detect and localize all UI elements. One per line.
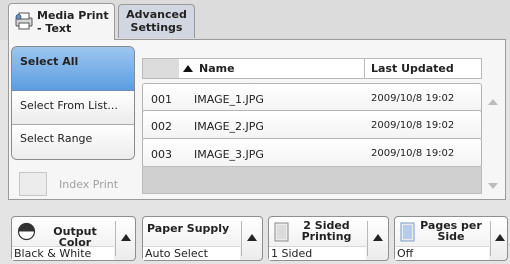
file-date: 2009/10/8 19:02 xyxy=(371,120,455,131)
file-list: Name Last Updated 001 IMAGE_1.JPG 2009/1… xyxy=(142,54,482,194)
table-row[interactable]: 002 IMAGE_2.JPG 2009/10/8 19:02 xyxy=(142,110,482,141)
header-number-column xyxy=(143,59,179,78)
pages-per-side-title-line2: Side xyxy=(437,230,465,243)
page-icon xyxy=(274,222,289,242)
paper-supply-button[interactable]: Paper Supply Auto Select xyxy=(143,217,240,260)
select-range-button[interactable]: Select Range xyxy=(12,125,134,159)
table-header: Name Last Updated xyxy=(142,58,482,79)
file-name: IMAGE_2.JPG xyxy=(194,120,264,133)
pages-per-side-title: Pages per Side xyxy=(415,220,487,242)
index-print-checkbox[interactable] xyxy=(19,172,47,196)
two-sided-title-line2: Printing xyxy=(301,230,352,243)
tab-label-line1: Advanced xyxy=(126,8,187,21)
two-sided-up-arrow-icon[interactable] xyxy=(370,231,386,245)
tab-label-line2: - Text xyxy=(37,22,72,35)
file-date: 2009/10/8 19:02 xyxy=(371,148,455,159)
pages-per-side-control: Pages per Side Off xyxy=(394,216,508,261)
select-from-list-button[interactable]: Select From List... xyxy=(12,91,134,125)
file-name: IMAGE_3.JPG xyxy=(194,148,264,161)
tab-advanced-settings[interactable]: Advanced Settings xyxy=(118,4,195,38)
row-number: 003 xyxy=(151,148,172,161)
output-color-value: Black & White xyxy=(12,246,114,260)
index-print-label: Index Print xyxy=(59,178,119,191)
tab-media-print-text[interactable]: Media Print - Text xyxy=(8,3,115,40)
pages-per-side-up-arrow-icon[interactable] xyxy=(492,231,508,245)
two-sided-title: 2 Sided Printing xyxy=(289,220,364,242)
pages-per-side-button[interactable]: Pages per Side Off xyxy=(395,217,489,260)
table-row[interactable]: 003 IMAGE_3.JPG 2009/10/8 19:02 xyxy=(142,138,482,169)
list-scrollbar[interactable] xyxy=(483,56,503,194)
scroll-down-icon[interactable] xyxy=(483,176,503,196)
output-color-button[interactable]: Output Color Black & White xyxy=(12,217,114,260)
tab-strip: Media Print - Text Advanced Settings xyxy=(0,0,510,40)
file-date: 2009/10/8 19:02 xyxy=(371,93,455,104)
pages-per-side-value: Off xyxy=(395,246,489,260)
selection-button-group: Select All Select From List... Select Ra… xyxy=(11,46,135,160)
two-sided-value: 1 Sided xyxy=(269,246,366,260)
two-sided-printing-control: 2 Sided Printing 1 Sided xyxy=(268,216,389,261)
divider xyxy=(490,221,491,256)
divider xyxy=(115,221,116,256)
output-color-up-arrow-icon[interactable] xyxy=(118,231,134,245)
sort-by-name-header[interactable]: Name xyxy=(179,59,365,78)
empty-row xyxy=(142,166,482,194)
divider xyxy=(241,221,242,256)
row-number: 001 xyxy=(151,93,172,106)
output-color-control: Output Color Black & White xyxy=(11,216,136,261)
divider xyxy=(367,221,368,256)
tab-label-line1: Media Print xyxy=(37,9,109,22)
row-number: 002 xyxy=(151,120,172,133)
paper-supply-control: Paper Supply Auto Select xyxy=(142,216,263,261)
output-color-title: Output Color xyxy=(53,225,97,249)
sort-ascending-icon xyxy=(183,65,193,72)
paper-supply-value: Auto Select xyxy=(143,246,240,260)
page-icon xyxy=(400,222,415,242)
paper-supply-up-arrow-icon[interactable] xyxy=(244,231,260,245)
tab-label-line2: Settings xyxy=(130,21,183,34)
name-column-label: Name xyxy=(199,62,235,75)
two-sided-printing-button[interactable]: 2 Sided Printing 1 Sided xyxy=(269,217,366,260)
paper-supply-title: Paper Supply xyxy=(147,222,230,235)
file-name: IMAGE_1.JPG xyxy=(194,93,264,106)
media-print-icon xyxy=(15,12,33,30)
select-all-button[interactable]: Select All xyxy=(12,47,134,91)
scroll-up-icon[interactable] xyxy=(483,92,503,112)
index-print-option[interactable]: Index Print xyxy=(19,172,139,196)
last-updated-column-label[interactable]: Last Updated xyxy=(371,62,454,75)
color-circle-icon xyxy=(17,222,36,241)
